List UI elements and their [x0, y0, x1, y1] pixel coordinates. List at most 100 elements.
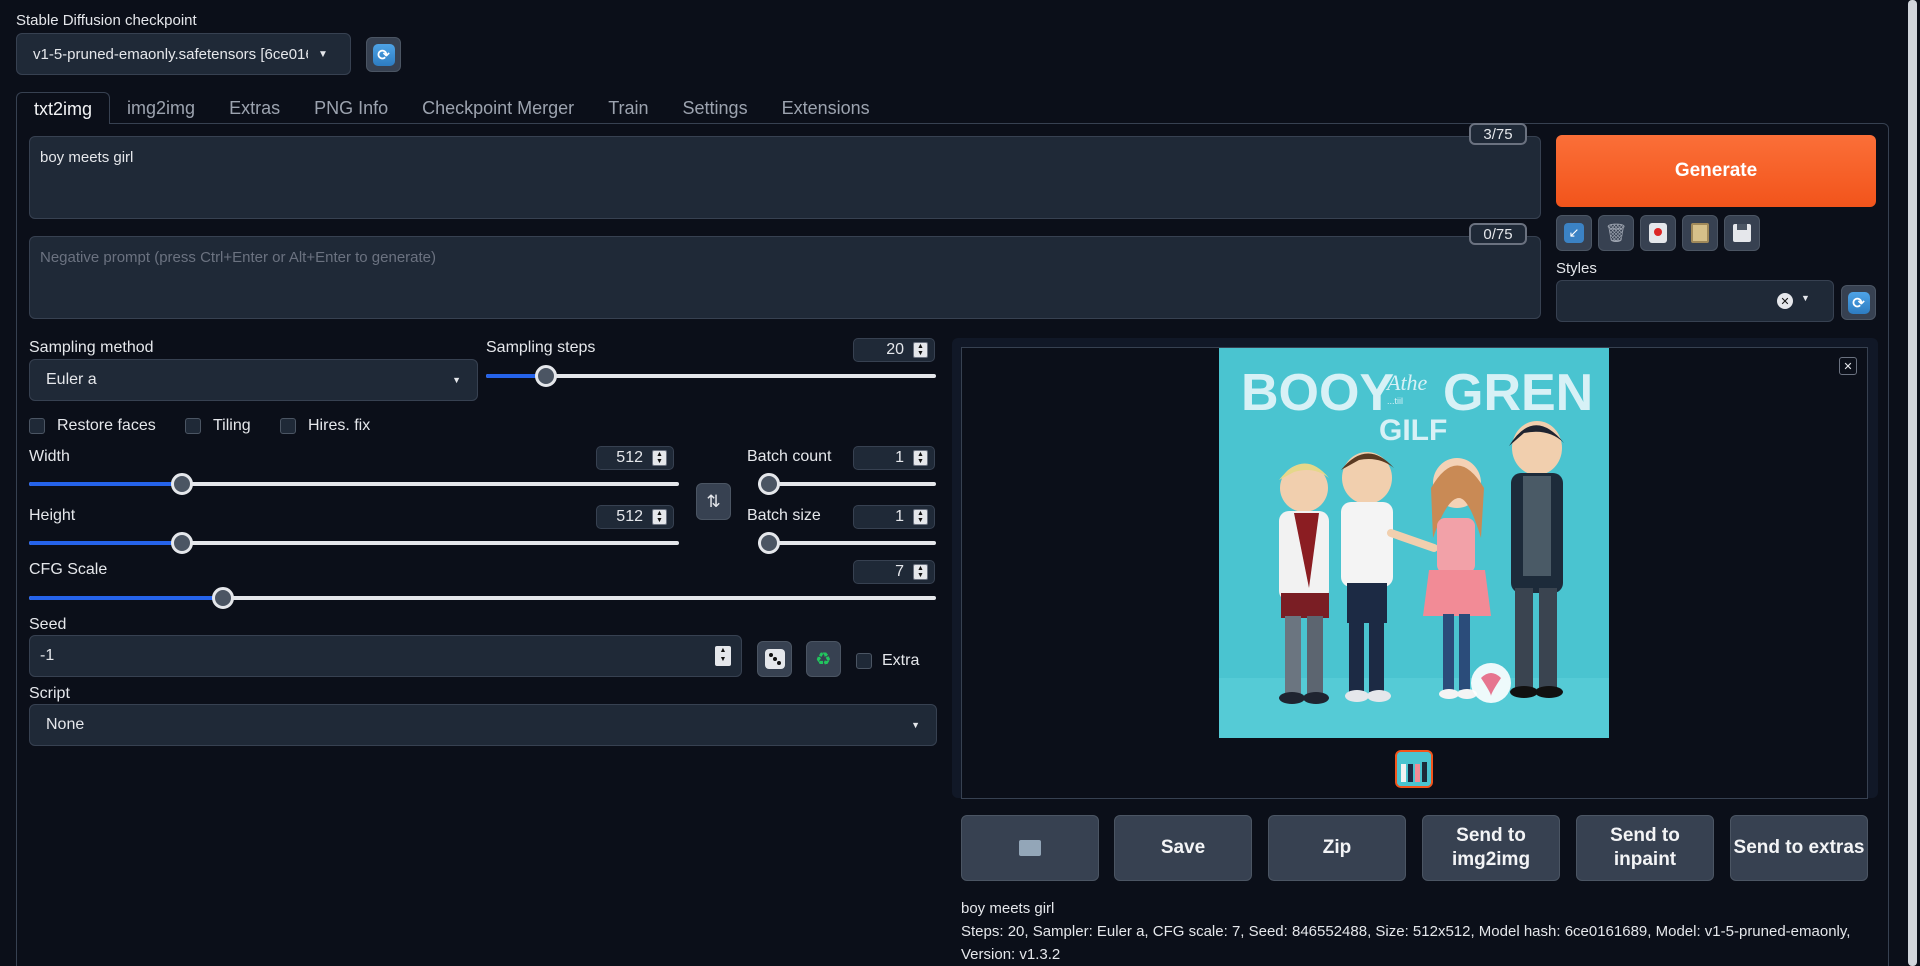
chevron-down-icon: ▼ — [452, 375, 461, 385]
close-icon[interactable]: ✕ — [1839, 357, 1857, 375]
hires-fix-option[interactable]: Hires. fix — [280, 417, 370, 435]
sampling-steps-input[interactable]: 20 ▲ ▼ — [853, 338, 935, 362]
tiling-option[interactable]: Tiling — [185, 417, 251, 435]
sampling-steps-slider[interactable] — [486, 365, 936, 387]
stepper-icon[interactable]: ▲ ▼ — [913, 342, 928, 358]
sampling-steps-value: 20 — [886, 341, 904, 358]
sampling-steps-label: Sampling steps — [486, 339, 596, 356]
seed-label: Seed — [29, 616, 67, 633]
tab-settings[interactable]: Settings — [666, 92, 765, 124]
stepper-icon[interactable]: ▲ ▼ — [913, 450, 928, 466]
tiling-checkbox[interactable] — [185, 418, 201, 434]
thumbnail-image — [1397, 752, 1431, 786]
clear-icon[interactable]: ✕ — [1777, 293, 1793, 309]
extra-seed-checkbox[interactable] — [856, 653, 872, 669]
tab-img2img[interactable]: img2img — [110, 92, 212, 124]
stepper-icon[interactable]: ▲ ▼ — [715, 646, 731, 666]
refresh-checkpoint-button[interactable]: ⟳ — [366, 37, 401, 72]
width-slider[interactable] — [29, 473, 679, 495]
hires-fix-label: Hires. fix — [308, 417, 371, 434]
dice-icon — [764, 649, 785, 669]
width-value: 512 — [616, 449, 643, 466]
batch-count-value: 1 — [895, 449, 904, 466]
recycle-icon: ♻ — [815, 648, 832, 669]
height-value: 512 — [616, 508, 643, 525]
extra-seed-label: Extra — [882, 652, 920, 669]
tab-train[interactable]: Train — [591, 92, 665, 124]
cards-icon — [1649, 223, 1667, 243]
refresh-styles-button[interactable]: ⟳ — [1841, 285, 1876, 320]
clear-prompt-button[interactable]: 🗑 — [1598, 215, 1634, 251]
random-seed-button[interactable] — [757, 641, 792, 677]
sampling-method-label: Sampling method — [29, 339, 154, 356]
batch-size-slider[interactable] — [758, 532, 936, 554]
prompt-tools: ↙ 🗑 — [1556, 215, 1760, 251]
gallery-thumbnail[interactable] — [1395, 750, 1433, 788]
generation-info-params: Steps: 20, Sampler: Euler a, CFG scale: … — [961, 923, 1851, 963]
restore-faces-label: Restore faces — [57, 417, 156, 434]
cfg-scale-label: CFG Scale — [29, 561, 108, 578]
stepper-icon[interactable]: ▲ ▼ — [652, 450, 667, 466]
image-title-left: BOOY — [1241, 364, 1394, 422]
batch-size-input[interactable]: 1 ▲ ▼ — [853, 505, 935, 529]
seed-value: -1 — [40, 647, 55, 664]
cfg-scale-value: 7 — [895, 563, 904, 580]
send-to-extras-button[interactable]: Send to extras — [1730, 815, 1868, 881]
chevron-down-icon: ▼ — [911, 720, 920, 730]
show-extra-networks-button[interactable] — [1640, 215, 1676, 251]
restore-faces-option[interactable]: Restore faces — [29, 417, 156, 435]
styles-select[interactable]: ✕ ▼ — [1556, 280, 1834, 322]
generated-image[interactable]: BOOY Athe ...tiil GREN GILF — [1219, 348, 1609, 738]
prompt-input[interactable]: boy meets girl — [29, 136, 1541, 219]
chevron-down-icon: ▼ — [1801, 293, 1810, 303]
sampling-method-select[interactable]: Euler a ▼ — [29, 359, 478, 401]
batch-count-slider[interactable] — [758, 473, 936, 495]
generation-info-prompt: boy meets girl — [961, 900, 1055, 917]
cfg-scale-slider[interactable] — [29, 587, 936, 609]
tab-png-info[interactable]: PNG Info — [297, 92, 405, 124]
seed-input[interactable]: -1 ▲ ▼ — [29, 635, 742, 677]
tab-txt2img[interactable]: txt2img — [16, 92, 111, 124]
hires-fix-checkbox[interactable] — [280, 418, 296, 434]
read-params-button[interactable]: ↙ — [1556, 215, 1592, 251]
cfg-scale-input[interactable]: 7 ▲ ▼ — [853, 560, 935, 584]
reuse-seed-button[interactable]: ♻ — [806, 641, 841, 677]
script-label: Script — [29, 685, 70, 702]
script-select[interactable]: None ▼ — [29, 704, 937, 746]
image-title-right: GREN — [1443, 364, 1593, 422]
height-slider[interactable] — [29, 532, 679, 554]
tab-extensions[interactable]: Extensions — [765, 92, 887, 124]
stepper-icon[interactable]: ▲ ▼ — [652, 509, 667, 525]
send-to-inpaint-button[interactable]: Send to inpaint — [1576, 815, 1714, 881]
styles-label: Styles — [1556, 260, 1597, 277]
width-input[interactable]: 512 ▲ ▼ — [596, 446, 674, 470]
tab-checkpoint-merger[interactable]: Checkpoint Merger — [405, 92, 591, 124]
height-label: Height — [29, 507, 76, 524]
zip-button[interactable]: Zip — [1268, 815, 1406, 881]
stepper-icon[interactable]: ▲ ▼ — [913, 509, 928, 525]
script-value: None — [46, 716, 85, 733]
checkpoint-value: v1-5-pruned-emaonly.safetensors [6ce0161… — [33, 45, 308, 63]
restore-faces-checkbox[interactable] — [29, 418, 45, 434]
tab-extras[interactable]: Extras — [212, 92, 297, 124]
save-style-button[interactable] — [1724, 215, 1760, 251]
batch-size-label: Batch size — [747, 507, 821, 524]
image-title-mid-small: ...tiil — [1387, 396, 1403, 406]
image-title-mid: Athe — [1385, 370, 1428, 395]
negative-prompt-input[interactable]: Negative prompt (press Ctrl+Enter or Alt… — [29, 236, 1541, 319]
batch-count-input[interactable]: 1 ▲ ▼ — [853, 446, 935, 470]
checkpoint-select[interactable]: v1-5-pruned-emaonly.safetensors [6ce0161… — [16, 33, 351, 75]
stepper-icon[interactable]: ▲ ▼ — [913, 564, 928, 580]
apply-style-button[interactable] — [1682, 215, 1718, 251]
tiling-label: Tiling — [213, 417, 251, 434]
height-input[interactable]: 512 ▲ ▼ — [596, 505, 674, 529]
page-scrollbar[interactable] — [1908, 0, 1917, 966]
open-folder-button[interactable] — [961, 815, 1099, 881]
send-to-img2img-button[interactable]: Send to img2img — [1422, 815, 1560, 881]
swap-dimensions-button[interactable]: ⇅ — [696, 483, 731, 520]
extra-seed-option[interactable]: Extra — [856, 652, 919, 670]
save-button[interactable]: Save — [1114, 815, 1252, 881]
chevron-down-icon: ▼ — [318, 48, 328, 60]
generate-button[interactable]: Generate — [1556, 135, 1876, 207]
batch-count-label: Batch count — [747, 448, 832, 465]
